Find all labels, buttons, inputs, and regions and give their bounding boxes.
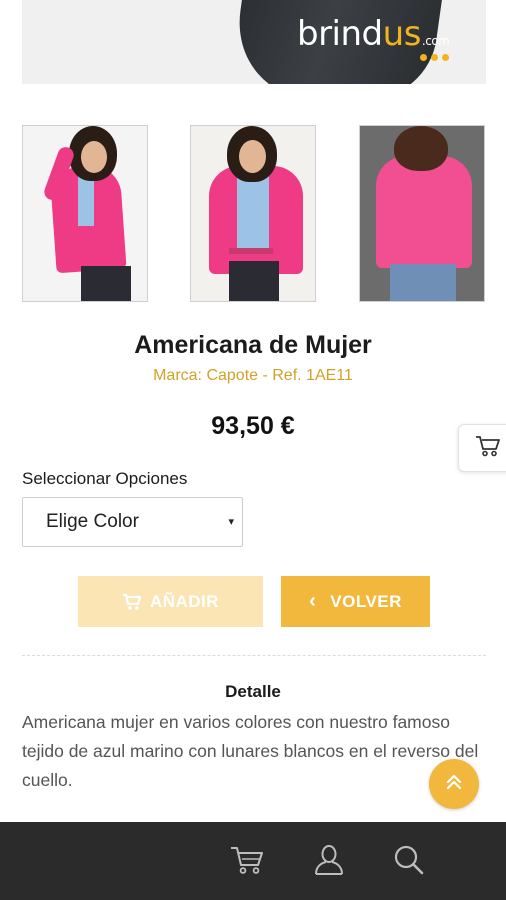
logo-dots [420,54,449,61]
dropdown-arrow-icon: ▾ [228,516,234,528]
brand-logo: brindus.com [297,14,450,54]
cart-icon [122,593,142,611]
product-price: 93,50 € [211,412,295,440]
detail-description: Americana mujer en varios colores con nu… [22,712,479,790]
search-icon [393,844,425,881]
double-chevron-up-icon [444,772,464,797]
bottom-nav-bar [0,822,506,900]
cart-icon [475,435,501,462]
hero-banner: brindus.com [22,0,486,84]
back-label: VOLVER [330,591,402,611]
detail-heading: Detalle [225,682,281,701]
cart-icon [229,845,265,880]
product-image-2[interactable] [190,125,316,302]
floating-cart-button[interactable] [458,424,506,472]
nav-cart-button[interactable] [227,842,267,882]
scroll-top-button[interactable] [429,759,479,809]
color-select[interactable]: Elige Color ▾ [22,497,243,547]
color-select-value: Elige Color [46,511,139,532]
product-image-1[interactable] [22,125,148,302]
options-label: Seleccionar Opciones [22,469,188,488]
user-icon [313,844,345,881]
back-button[interactable]: ‹ VOLVER [281,576,430,627]
add-to-cart-label: AÑADIR [149,591,220,611]
product-image-3[interactable] [359,125,485,302]
nav-account-button[interactable] [309,842,349,882]
product-title: Americana de Mujer [134,331,372,359]
add-to-cart-button[interactable]: AÑADIR [78,576,263,627]
divider [22,655,486,656]
nav-search-button[interactable] [389,842,429,882]
chevron-left-icon: ‹ [309,590,317,612]
product-brand-ref: Marca: Capote - Ref. 1AE11 [153,367,353,384]
